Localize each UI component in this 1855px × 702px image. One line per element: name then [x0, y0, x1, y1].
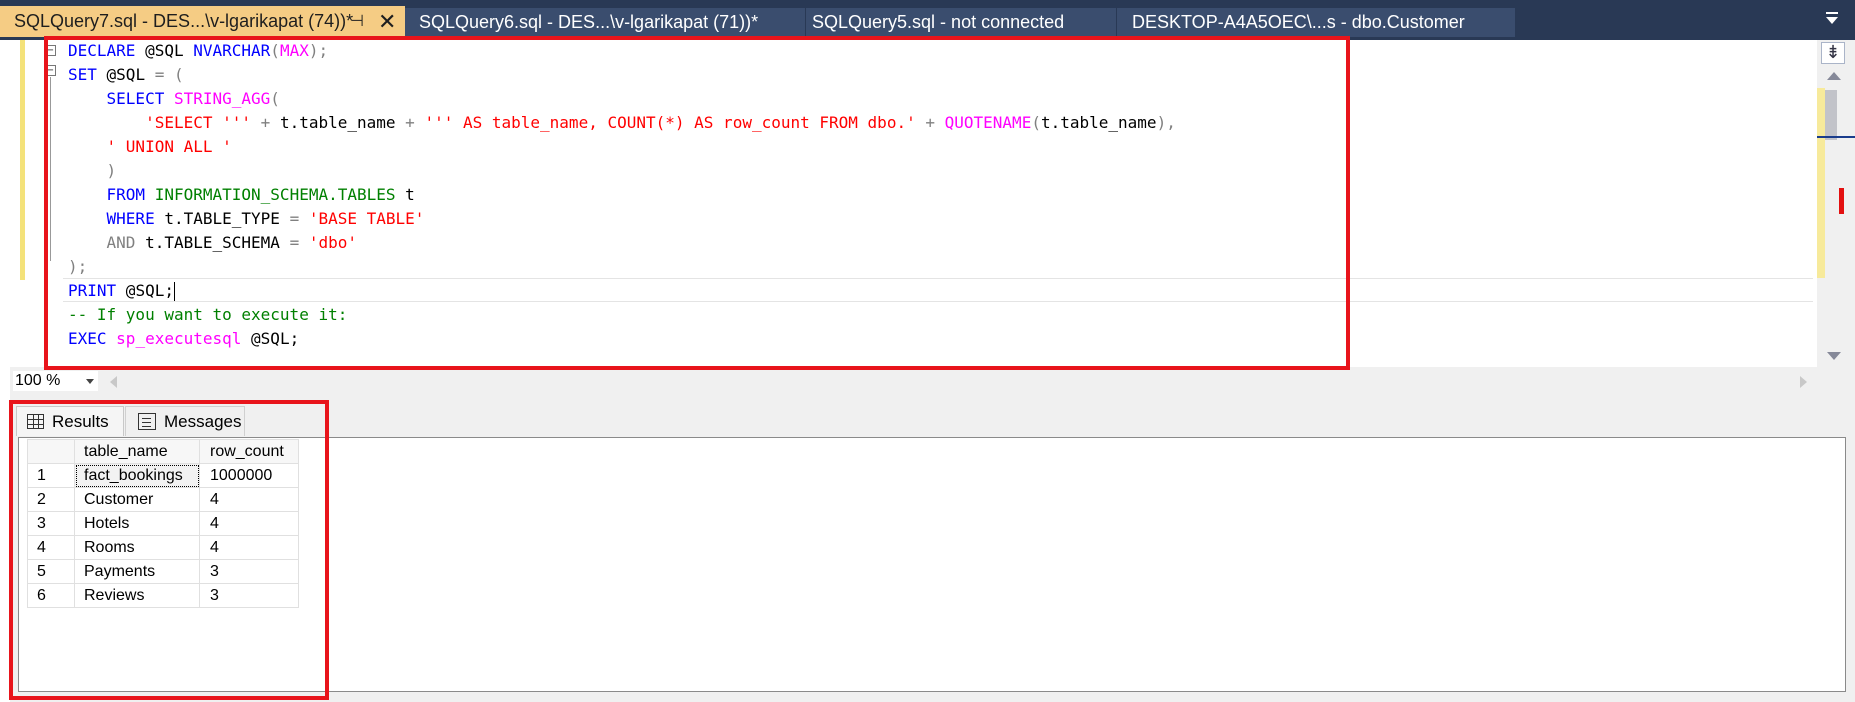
code-line: PRINT @SQL;	[68, 281, 175, 301]
fold-toggle-icon[interactable]: −	[45, 45, 56, 56]
grid-icon	[27, 414, 44, 429]
row-number[interactable]: 4	[27, 535, 75, 560]
cell-row-count[interactable]: 3	[199, 583, 299, 608]
cell-table-name[interactable]: Hotels	[74, 511, 200, 536]
row-number[interactable]: 6	[27, 583, 75, 608]
cell-row-count[interactable]: 1000000	[199, 463, 299, 488]
scroll-right-icon[interactable]	[1800, 376, 1807, 388]
fold-guide-line	[50, 77, 51, 261]
change-tracking-bar	[20, 40, 25, 280]
code-line: EXEC sp_executesql @SQL;	[68, 329, 300, 348]
document-tab-strip: SQLQuery7.sql - DES...\v-lgarikapat (74)…	[0, 0, 1855, 40]
tab-label: SQLQuery6.sql - DES...\v-lgarikapat (71)…	[419, 12, 759, 32]
tab-dbo-customer[interactable]: DESKTOP-A4A5OEC\...s - dbo.Customer	[1117, 8, 1515, 37]
tab-overflow-dropdown-icon[interactable]	[1823, 10, 1841, 28]
tab-results-label: Results	[52, 412, 109, 431]
cell-row-count[interactable]: 4	[199, 511, 299, 536]
scroll-left-icon[interactable]	[110, 376, 117, 388]
code-line: WHERE t.TABLE_TYPE = 'BASE TABLE'	[106, 209, 425, 228]
tab-messages[interactable]: Messages	[125, 406, 245, 436]
editor-vertical-scrollbar[interactable]: ⇟	[1817, 40, 1855, 367]
code-line: 'SELECT ''' + t.table_name + ''' AS tabl…	[145, 113, 1176, 132]
cell-row-count[interactable]: 3	[199, 559, 299, 584]
tab-label: SQLQuery5.sql - not connected	[812, 12, 1065, 32]
code-line: DECLARE @SQL NVARCHAR(MAX);	[68, 41, 329, 60]
cell-table-name[interactable]: fact_bookings	[74, 463, 200, 488]
tab-messages-label: Messages	[164, 412, 242, 431]
chevron-down-icon	[86, 379, 94, 384]
scrollbar-caret-marker	[1817, 136, 1855, 138]
editor-status-bar: 100 %	[10, 367, 1855, 395]
cell-table-name[interactable]: Customer	[74, 487, 200, 512]
fold-toggle-icon[interactable]: −	[45, 65, 56, 76]
code-line: ' UNION ALL '	[106, 137, 232, 156]
scrollbar-change-marker	[1817, 88, 1825, 278]
results-grid: table_name row_count 1 fact_bookings 100…	[27, 439, 299, 608]
scrollbar-error-marker	[1839, 188, 1844, 214]
table-row: 6 Reviews 3	[27, 583, 299, 608]
table-row: 2 Customer 4	[27, 487, 299, 512]
code-line: AND t.TABLE_SCHEMA = 'dbo'	[106, 233, 358, 252]
tab-sqlquery7[interactable]: SQLQuery7.sql - DES...\v-lgarikapat (74)…	[0, 6, 405, 37]
table-row: 5 Payments 3	[27, 559, 299, 584]
scrollbar-thumb[interactable]	[1825, 90, 1837, 140]
cell-row-count[interactable]: 4	[199, 535, 299, 560]
code-line: -- If you want to execute it:	[68, 305, 348, 324]
code-line: FROM INFORMATION_SCHEMA.TABLES t	[106, 185, 415, 204]
cell-table-name[interactable]: Payments	[74, 559, 200, 584]
code-line: SET @SQL = (	[68, 65, 184, 84]
code-line: );	[68, 257, 88, 276]
code-line: SELECT STRING_AGG(	[106, 89, 280, 108]
tab-label: DESKTOP-A4A5OEC\...s - dbo.Customer	[1132, 12, 1465, 32]
row-number-header[interactable]	[27, 439, 75, 464]
tab-sqlquery5[interactable]: SQLQuery5.sql - not connected	[806, 8, 1116, 37]
column-header-row-count[interactable]: row_count	[199, 439, 299, 464]
zoom-dropdown[interactable]: 100 %	[13, 371, 98, 391]
code-line: )	[106, 161, 117, 180]
split-editor-icon[interactable]: ⇟	[1821, 42, 1845, 64]
results-pane: Results Messages table_name row_count 1 …	[10, 395, 1855, 702]
tab-sqlquery6[interactable]: SQLQuery6.sql - DES...\v-lgarikapat (71)…	[405, 8, 805, 37]
messages-icon	[138, 413, 156, 430]
table-row: 3 Hotels 4	[27, 511, 299, 536]
table-row: 1 fact_bookings 1000000	[27, 463, 299, 488]
scroll-up-icon[interactable]	[1827, 72, 1841, 80]
table-row: 4 Rooms 4	[27, 535, 299, 560]
results-grid-panel: table_name row_count 1 fact_bookings 100…	[18, 437, 1846, 692]
grid-header-row: table_name row_count	[27, 439, 299, 464]
cell-table-name[interactable]: Reviews	[74, 583, 200, 608]
current-line-highlight	[63, 278, 1813, 302]
cell-table-name[interactable]: Rooms	[74, 535, 200, 560]
pin-icon[interactable]: ⊣	[350, 6, 364, 37]
editor-gutter	[10, 40, 48, 367]
text-caret	[173, 282, 175, 301]
close-icon[interactable]: ✕	[378, 6, 396, 37]
row-number[interactable]: 2	[27, 487, 75, 512]
tab-results[interactable]: Results	[16, 406, 124, 436]
scroll-down-icon[interactable]	[1827, 352, 1841, 360]
cell-row-count[interactable]: 4	[199, 487, 299, 512]
row-number[interactable]: 1	[27, 463, 75, 488]
column-header-table-name[interactable]: table_name	[74, 439, 200, 464]
row-number[interactable]: 3	[27, 511, 75, 536]
zoom-value: 100 %	[15, 372, 61, 389]
tab-label: SQLQuery7.sql - DES...\v-lgarikapat (74)…	[14, 11, 354, 31]
row-number[interactable]: 5	[27, 559, 75, 584]
